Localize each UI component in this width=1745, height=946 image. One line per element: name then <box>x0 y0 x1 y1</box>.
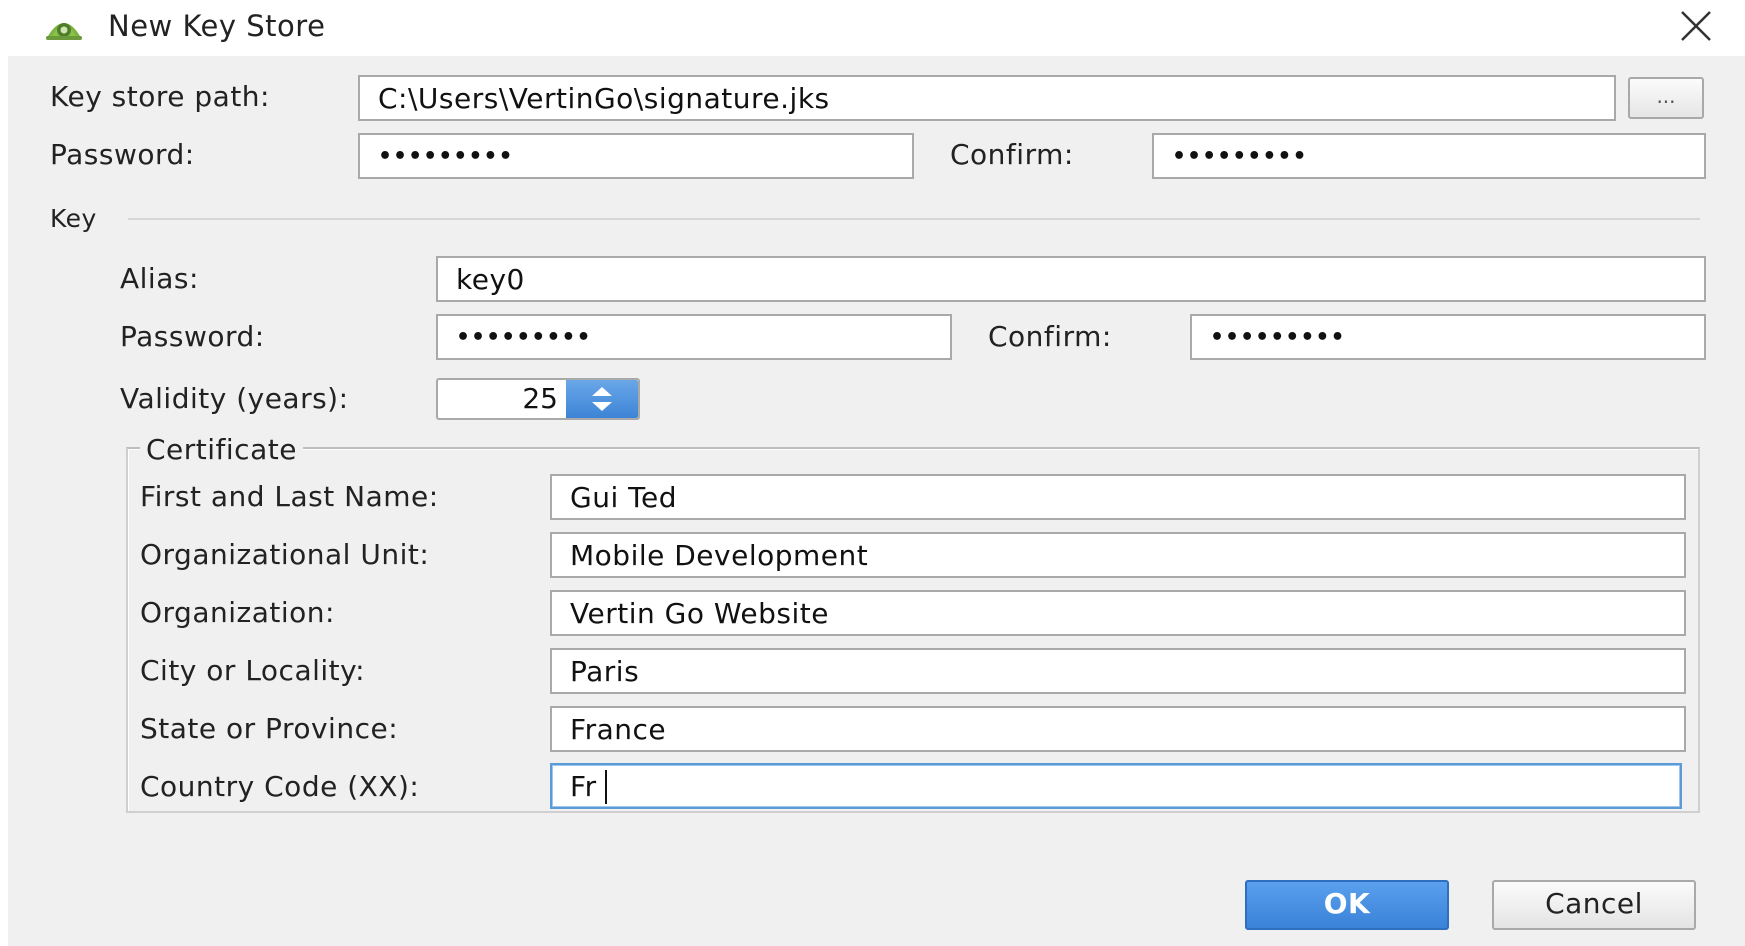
key-store-path-input[interactable] <box>358 75 1616 121</box>
keystore-confirm-input[interactable] <box>1152 133 1706 179</box>
ok-button[interactable]: OK <box>1245 880 1449 930</box>
key-confirm-input[interactable] <box>1190 314 1706 360</box>
first-last-name-label: First and Last Name: <box>140 480 439 513</box>
state-province-label: State or Province: <box>140 712 399 745</box>
organization-input[interactable] <box>550 590 1686 636</box>
key-password-label: Password: <box>120 320 265 353</box>
key-section-divider <box>128 218 1700 220</box>
browse-button[interactable]: ... <box>1628 77 1704 119</box>
keystore-password-input[interactable] <box>358 133 914 179</box>
cancel-button[interactable]: Cancel <box>1492 880 1696 930</box>
text-caret <box>605 770 607 804</box>
keystore-password-label: Password: <box>50 138 195 171</box>
window-title: New Key Store <box>108 9 326 43</box>
organizational-unit-input[interactable] <box>550 532 1686 578</box>
country-code-input[interactable] <box>550 763 1682 809</box>
first-last-name-input[interactable] <box>550 474 1686 520</box>
title-bar: New Key Store <box>0 0 1745 54</box>
city-locality-input[interactable] <box>550 648 1686 694</box>
close-icon[interactable] <box>1672 6 1720 48</box>
city-locality-label: City or Locality: <box>140 654 366 687</box>
country-code-label: Country Code (XX): <box>140 770 420 803</box>
keystore-confirm-label: Confirm: <box>950 138 1074 171</box>
key-confirm-label: Confirm: <box>988 320 1112 353</box>
validity-spinner[interactable]: 25 <box>436 378 640 420</box>
validity-label: Validity (years): <box>120 382 349 415</box>
alias-label: Alias: <box>120 262 199 295</box>
organizational-unit-label: Organizational Unit: <box>140 538 430 571</box>
state-province-input[interactable] <box>550 706 1686 752</box>
android-studio-icon <box>46 23 82 40</box>
validity-value: 25 <box>522 382 558 415</box>
spinner-arrows-icon[interactable] <box>566 380 638 418</box>
key-store-path-label: Key store path: <box>50 80 270 113</box>
certificate-section-label: Certificate <box>140 433 303 466</box>
key-section-label: Key <box>50 204 97 233</box>
key-password-input[interactable] <box>436 314 952 360</box>
organization-label: Organization: <box>140 596 335 629</box>
alias-input[interactable] <box>436 256 1706 302</box>
